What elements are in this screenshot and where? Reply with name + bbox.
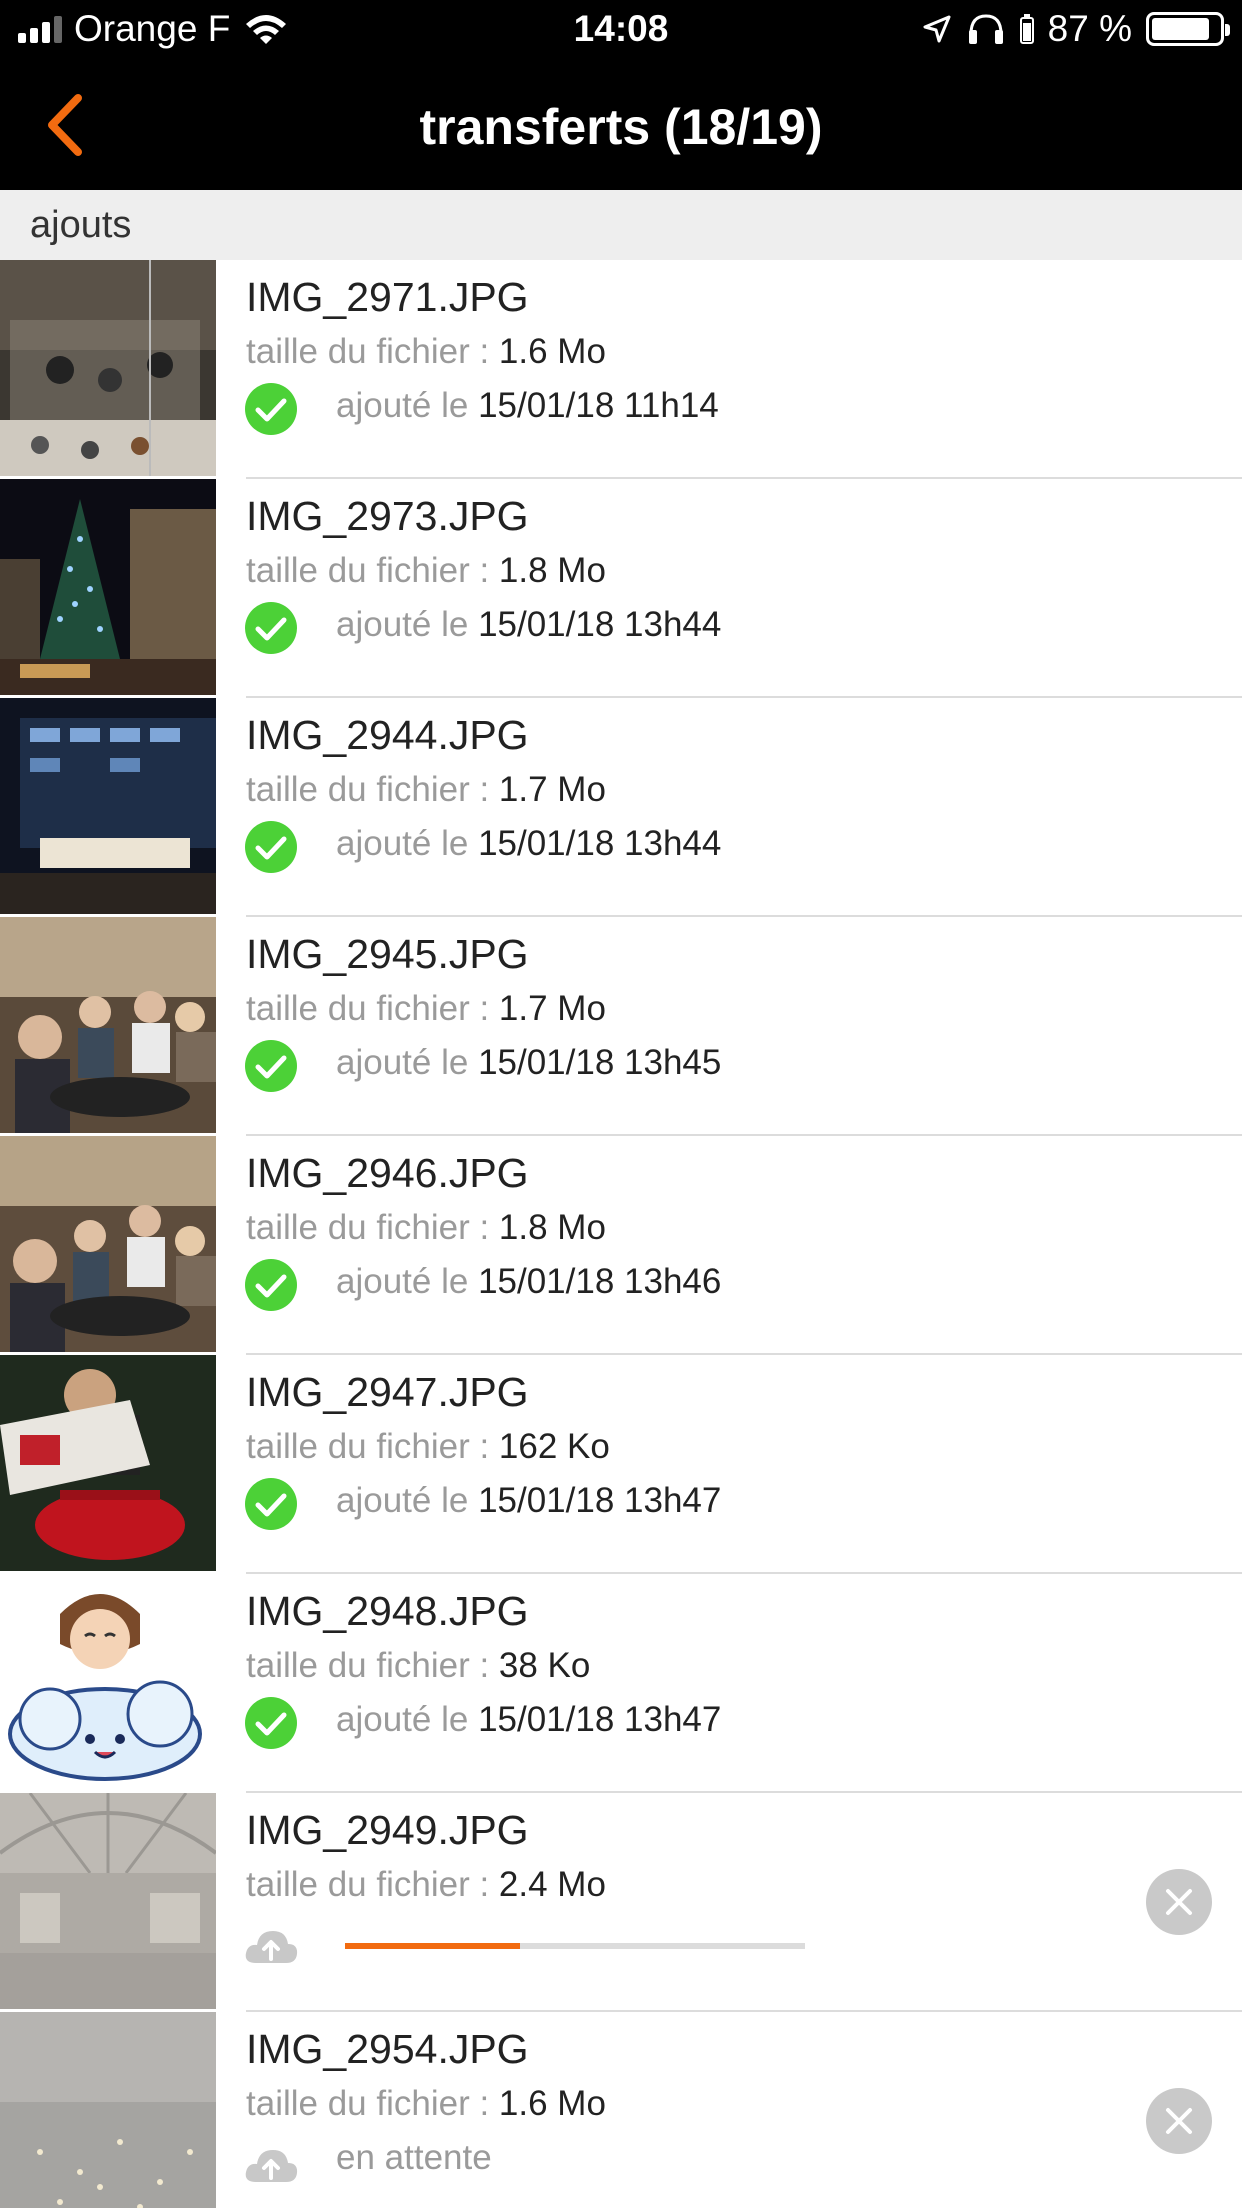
cloud-upload-icon <box>245 1931 298 1963</box>
thumbnail-image <box>0 479 216 695</box>
list-item[interactable]: IMG_2971.JPG taille du fichier : 1.6 Mo … <box>0 260 1242 479</box>
list-item[interactable]: IMG_2948.JPG taille du fichier : 38 Ko a… <box>0 1574 1242 1793</box>
file-size: taille du fichier : 1.8 Mo <box>246 1208 606 1247</box>
added-date: ajouté le 15/01/18 13h46 <box>336 1262 722 1301</box>
section-header: ajouts <box>0 190 1242 260</box>
thumbnail-image <box>0 1136 216 1352</box>
file-size: taille du fichier : 38 Ko <box>246 1646 591 1685</box>
list-item[interactable]: IMG_2944.JPG taille du fichier : 1.7 Mo … <box>0 698 1242 917</box>
battery-small-icon <box>1019 14 1034 44</box>
check-circle-icon <box>245 1478 297 1530</box>
thumbnail-image <box>0 1793 216 2009</box>
list-item[interactable]: IMG_2973.JPG taille du fichier : 1.8 Mo … <box>0 479 1242 698</box>
check-circle-icon <box>245 1697 297 1749</box>
added-date: ajouté le 15/01/18 11h14 <box>336 386 719 425</box>
file-name: IMG_2944.JPG <box>246 712 529 758</box>
upload-progress-bar <box>345 1943 805 1949</box>
thumbnail-image <box>0 260 216 476</box>
thumbnail-image <box>0 1574 216 1790</box>
added-date: ajouté le 15/01/18 13h44 <box>336 605 722 644</box>
file-size: taille du fichier : 1.6 Mo <box>246 332 606 371</box>
close-icon <box>1166 2108 1192 2134</box>
thumbnail-image <box>0 1355 216 1571</box>
header: Orange F 14:08 87 % transferts (18/19) <box>0 0 1242 190</box>
list-item[interactable]: IMG_2949.JPG taille du fichier : 2.4 Mo <box>0 1793 1242 2012</box>
file-name: IMG_2946.JPG <box>246 1150 529 1196</box>
cloud-upload-icon <box>245 2150 298 2182</box>
added-date: ajouté le 15/01/18 13h45 <box>336 1043 722 1082</box>
check-circle-icon <box>245 1259 297 1311</box>
file-name: IMG_2948.JPG <box>246 1588 529 1634</box>
file-name: IMG_2954.JPG <box>246 2026 529 2072</box>
close-icon <box>1166 1889 1192 1915</box>
file-size: taille du fichier : 1.8 Mo <box>246 551 606 590</box>
file-name: IMG_2947.JPG <box>246 1369 529 1415</box>
file-size: taille du fichier : 1.6 Mo <box>246 2084 606 2123</box>
added-date: ajouté le 15/01/18 13h47 <box>336 1700 722 1739</box>
nav-bar: transferts (18/19) <box>0 62 1242 190</box>
file-size: taille du fichier : 1.7 Mo <box>246 989 606 1028</box>
battery-icon <box>1146 12 1230 46</box>
transfer-list: IMG_2971.JPG taille du fichier : 1.6 Mo … <box>0 260 1242 2208</box>
file-name: IMG_2945.JPG <box>246 931 529 977</box>
cancel-button[interactable] <box>1146 2088 1212 2154</box>
file-size: taille du fichier : 162 Ko <box>246 1427 610 1466</box>
thumbnail-image <box>0 2012 216 2208</box>
file-size: taille du fichier : 1.7 Mo <box>246 770 606 809</box>
battery-percent: 87 % <box>1047 8 1132 49</box>
check-circle-icon <box>245 821 297 873</box>
list-item[interactable]: IMG_2946.JPG taille du fichier : 1.8 Mo … <box>0 1136 1242 1355</box>
file-size: taille du fichier : 2.4 Mo <box>246 1865 606 1904</box>
list-item[interactable]: IMG_2954.JPG taille du fichier : 1.6 Mo … <box>0 2012 1242 2208</box>
file-name: IMG_2971.JPG <box>246 274 529 320</box>
file-name: IMG_2949.JPG <box>246 1807 529 1853</box>
thumbnail-image <box>0 917 216 1133</box>
cancel-button[interactable] <box>1146 1869 1212 1935</box>
list-item[interactable]: IMG_2945.JPG taille du fichier : 1.7 Mo … <box>0 917 1242 1136</box>
check-circle-icon <box>245 602 297 654</box>
list-item[interactable]: IMG_2947.JPG taille du fichier : 162 Ko … <box>0 1355 1242 1574</box>
check-circle-icon <box>245 1040 297 1092</box>
check-circle-icon <box>245 383 297 435</box>
added-date: ajouté le 15/01/18 13h47 <box>336 1481 722 1520</box>
pending-status: en attente <box>336 2138 492 2177</box>
added-date: ajouté le 15/01/18 13h44 <box>336 824 722 863</box>
file-name: IMG_2973.JPG <box>246 493 529 539</box>
headphones-icon <box>968 14 1003 44</box>
page-title: transferts (18/19) <box>419 99 823 155</box>
location-icon <box>923 15 951 43</box>
status-bar: Orange F 14:08 87 % <box>0 0 1242 62</box>
thumbnail-image <box>0 698 216 914</box>
